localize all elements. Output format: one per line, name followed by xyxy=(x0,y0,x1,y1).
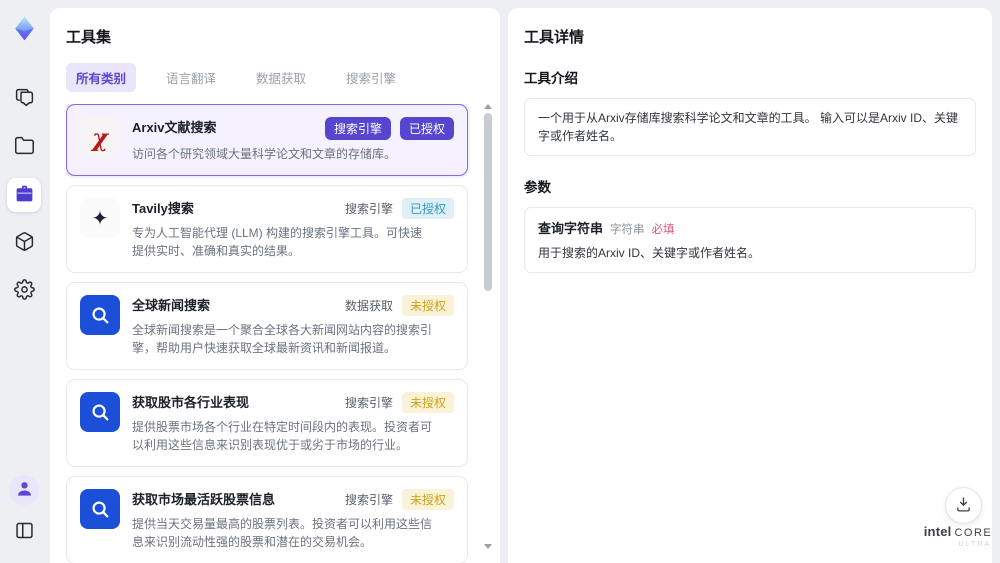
tool-title: Arxiv文献搜索 xyxy=(132,120,217,135)
tool-description: 访问各个研究领域大量科学论文和文章的存储库。 xyxy=(132,147,397,161)
tab-data-fetch[interactable]: 数据获取 xyxy=(246,63,316,92)
chat-icon xyxy=(14,87,35,111)
param-required-badge: 必填 xyxy=(651,224,675,236)
category-badge: 搜索引擎 xyxy=(324,117,391,140)
tab-all-categories[interactable]: 所有类别 xyxy=(66,63,137,92)
sidebar-nav xyxy=(7,82,41,308)
tool-list-scrollbar[interactable] xyxy=(483,104,493,549)
auth-badge: 未授权 xyxy=(401,392,454,413)
tool-card-tavily[interactable]: ✦ Tavily搜索 搜索引擎 已授权 专为人工智能代理 (LLM) 构建的搜索… xyxy=(66,185,468,273)
tool-title: 全球新闻搜索 xyxy=(132,298,211,313)
download-button[interactable] xyxy=(945,487,982,524)
tool-title: 获取市场最活跃股票信息 xyxy=(132,492,276,507)
core-brand-text: CORE xyxy=(954,527,993,539)
scrollbar-up-arrow-icon[interactable] xyxy=(484,104,492,109)
tavily-star-icon: ✦ xyxy=(80,198,120,238)
tab-search-engine[interactable]: 搜索引擎 xyxy=(336,63,406,92)
sidebar xyxy=(0,0,48,563)
arxiv-icon: χ xyxy=(80,117,120,157)
app-logo-icon xyxy=(8,12,40,44)
cube-icon xyxy=(14,231,35,255)
intro-box: 一个用于从Arxiv存储库搜索科学论文和文章的工具。 输入可以是Arxiv ID… xyxy=(524,98,976,156)
sidebar-item-toolbox[interactable] xyxy=(7,178,41,212)
tool-list: χ Arxiv文献搜索 搜索引擎 已授权 访问各个研究领域大量科学论文和文章的存… xyxy=(66,104,484,563)
tool-title: Tavily搜索 xyxy=(132,201,194,216)
intro-heading: 工具介绍 xyxy=(524,71,578,86)
sidebar-toggle-icon xyxy=(14,520,35,544)
global-news-search-icon xyxy=(80,295,120,335)
person-icon xyxy=(15,479,34,501)
param-description: 用于搜索的Arxiv ID、关键字或作者姓名。 xyxy=(538,246,761,260)
category-label: 搜索引擎 xyxy=(344,396,393,410)
auth-badge: 已授权 xyxy=(401,198,454,219)
intro-text: 一个用于从Arxiv存储库搜索科学论文和文章的工具。 输入可以是Arxiv ID… xyxy=(538,111,959,143)
scrollbar-thumb[interactable] xyxy=(484,113,492,291)
tool-description: 专为人工智能代理 (LLM) 构建的搜索引擎工具。可快速提供实时、准确和真实的结… xyxy=(132,226,423,258)
tool-description: 全球新闻搜索是一个聚合全球各大新闻网站内容的搜索引擎，帮助用户快速获取全球最新资… xyxy=(132,323,433,355)
tab-language-translation[interactable]: 语言翻译 xyxy=(156,63,226,92)
app-window: 工具集 所有类别 语言翻译 数据获取 搜索引擎 χ Arxiv文献搜索 搜索引擎… xyxy=(0,0,1000,563)
stock-sector-icon xyxy=(80,392,120,432)
param-name: 查询字符串 xyxy=(538,221,604,236)
folder-icon xyxy=(14,135,35,159)
sidebar-item-panel-toggle[interactable] xyxy=(7,515,41,549)
param-box: 查询字符串 字符串 必填 用于搜索的Arxiv ID、关键字或作者姓名。 xyxy=(524,207,976,273)
param-type: 字符串 xyxy=(610,224,645,236)
intel-brand-text: intel xyxy=(923,524,952,539)
tool-title: 获取股市各行业表现 xyxy=(132,395,250,410)
download-icon xyxy=(955,496,972,516)
auth-badge: 未授权 xyxy=(401,489,454,510)
briefcase-icon xyxy=(14,183,35,207)
auth-badge: 未授权 xyxy=(401,295,454,316)
scrollbar-down-arrow-icon[interactable] xyxy=(484,544,492,549)
page-title: 工具集 xyxy=(66,29,112,46)
gear-icon xyxy=(13,279,35,303)
auth-badge: 已授权 xyxy=(399,117,454,140)
tool-card-active-stocks[interactable]: 获取市场最活跃股票信息 搜索引擎 未授权 提供当天交易量最高的股票列表。投资者可… xyxy=(66,476,468,563)
category-tabs: 所有类别 语言翻译 数据获取 搜索引擎 xyxy=(66,63,484,92)
active-stocks-icon xyxy=(80,489,120,529)
tool-details-panel: 工具详情 工具介绍 一个用于从Arxiv存储库搜索科学论文和文章的工具。 输入可… xyxy=(508,8,992,563)
params-heading: 参数 xyxy=(524,180,551,195)
category-label: 搜索引擎 xyxy=(344,202,393,216)
ultra-brand-text: ULTRA xyxy=(958,541,991,548)
tools-panel: 工具集 所有类别 语言翻译 数据获取 搜索引擎 χ Arxiv文献搜索 搜索引擎… xyxy=(50,8,500,563)
sidebar-item-files[interactable] xyxy=(7,130,41,164)
tool-card-arxiv[interactable]: χ Arxiv文献搜索 搜索引擎 已授权 访问各个研究领域大量科学论文和文章的存… xyxy=(66,104,468,176)
sidebar-item-profile[interactable] xyxy=(9,475,39,505)
details-title: 工具详情 xyxy=(524,29,585,46)
sidebar-item-models[interactable] xyxy=(7,226,41,260)
tool-description: 提供股票市场各个行业在特定时间段内的表现。投资者可以利用这些信息来识别表现优于或… xyxy=(132,420,433,452)
sidebar-item-settings[interactable] xyxy=(7,274,41,308)
category-label: 搜索引擎 xyxy=(344,493,393,507)
category-label: 数据获取 xyxy=(344,299,393,313)
tool-card-stock-sector[interactable]: 获取股市各行业表现 搜索引擎 未授权 提供股票市场各个行业在特定时间段内的表现。… xyxy=(66,379,468,467)
tool-description: 提供当天交易量最高的股票列表。投资者可以利用这些信息来识别流动性强的股票和潜在的… xyxy=(132,517,433,549)
tool-card-global-news[interactable]: 全球新闻搜索 数据获取 未授权 全球新闻搜索是一个聚合全球各大新闻网站内容的搜索… xyxy=(66,282,468,370)
sidebar-bottom xyxy=(0,475,48,549)
intel-core-logo: intel CORE ULTRA xyxy=(923,524,993,548)
sidebar-item-chat[interactable] xyxy=(7,82,41,116)
